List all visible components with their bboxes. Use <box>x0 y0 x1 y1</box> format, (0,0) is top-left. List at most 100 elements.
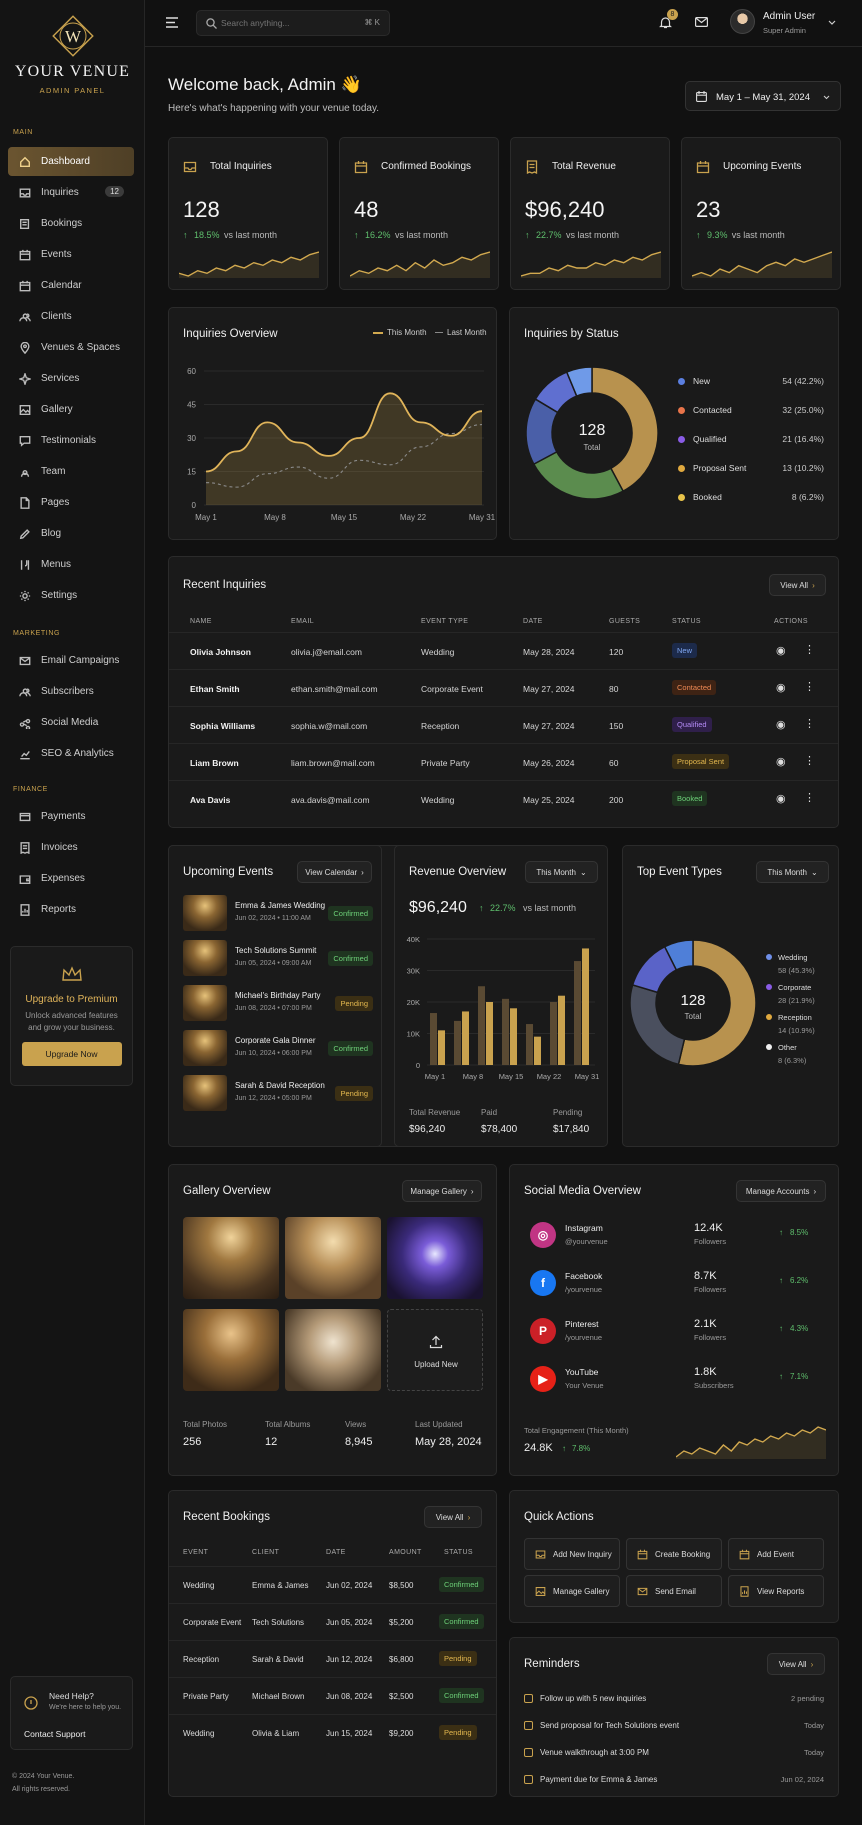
more-icon[interactable]: ⋮ <box>804 791 815 804</box>
event-list-item[interactable]: Corporate Gala Dinner Jun 10, 2024 • 06:0… <box>183 1030 373 1067</box>
sidebar-item-venues-spaces[interactable]: Venues & Spaces <box>8 333 134 362</box>
table-row[interactable]: Private Party Michael Brown Jun 08, 2024 $2… <box>169 1677 496 1714</box>
reminders-view-all-button[interactable]: View All › <box>767 1653 825 1675</box>
manage-gallery-button[interactable]: Manage Gallery › <box>402 1180 482 1202</box>
cell-amount: $6,800 <box>389 1655 414 1664</box>
event-list-item[interactable]: Tech Solutions Summit Jun 05, 2024 • 09:0… <box>183 940 373 977</box>
cell-name: Sophia Williams <box>190 721 256 731</box>
legend-dot <box>678 436 685 443</box>
sidebar-item-reports[interactable]: Reports <box>8 895 134 924</box>
view-calendar-button[interactable]: View Calendar › <box>297 861 372 883</box>
sidebar-item-menus[interactable]: Menus <box>8 550 134 579</box>
table-row[interactable]: Wedding Emma & James Jun 02, 2024 $8,500 Con… <box>169 1566 496 1603</box>
sidebar-item-social-media[interactable]: Social Media <box>8 708 134 737</box>
sidebar-item-label: Testimonials <box>41 435 97 446</box>
quick-action-button[interactable]: Create Booking <box>626 1538 722 1570</box>
quick-action-button[interactable]: Add Event <box>728 1538 824 1570</box>
event-list-item[interactable]: Sarah & David Reception Jun 12, 2024 • 05… <box>183 1075 373 1112</box>
sidebar-item-bookings[interactable]: Bookings <box>8 209 134 238</box>
stat-note: vs last month <box>731 230 785 240</box>
eye-icon[interactable]: ◉ <box>776 792 786 805</box>
gallery-photo[interactable] <box>285 1217 381 1299</box>
reminder-checkbox[interactable] <box>524 1694 533 1703</box>
table-row[interactable]: Ethan Smith ethan.smith@mail.com Corporate… <box>169 669 838 706</box>
event-status-badge: Pending <box>335 1086 373 1101</box>
sidebar-item-pages[interactable]: Pages <box>8 488 134 517</box>
gallery-photo[interactable] <box>183 1309 279 1391</box>
sidebar-item-services[interactable]: Services <box>8 364 134 393</box>
eye-icon[interactable]: ◉ <box>776 718 786 731</box>
event-list-item[interactable]: Emma & James Wedding Jun 02, 2024 • 11:00… <box>183 895 373 932</box>
more-icon[interactable]: ⋮ <box>804 717 815 730</box>
chevron-down-icon[interactable] <box>828 20 836 25</box>
sidebar-item-email-campaigns[interactable]: Email Campaigns <box>8 646 134 675</box>
sidebar-item-seo-analytics[interactable]: SEO & Analytics <box>8 739 134 768</box>
manage-accounts-button[interactable]: Manage Accounts › <box>736 1180 826 1202</box>
reminder-checkbox[interactable] <box>524 1721 533 1730</box>
search-input[interactable] <box>221 15 361 31</box>
quick-action-button[interactable]: Add New Inquiry <box>524 1538 620 1570</box>
event-list-item[interactable]: Michael's Birthday Party Jun 08, 2024 • 0… <box>183 985 373 1022</box>
table-row[interactable]: Reception Sarah & David Jun 12, 2024 $6,800… <box>169 1640 496 1677</box>
legend-value: 13 (10.2%) <box>782 463 824 473</box>
sidebar-item-payments[interactable]: Payments <box>8 802 134 831</box>
sidebar-item-gallery[interactable]: Gallery <box>8 395 134 424</box>
revenue-period-select[interactable]: This Month ⌄ <box>525 861 598 883</box>
table-row[interactable]: Wedding Olivia & Liam Jun 15, 2024 $9,200 Pe… <box>169 1714 496 1751</box>
arrow-right-icon: › <box>467 1512 471 1522</box>
more-icon[interactable]: ⋮ <box>804 754 815 767</box>
table-row[interactable]: Corporate Event Tech Solutions Jun 05, 202… <box>169 1603 496 1640</box>
contact-support-link[interactable]: Contact Support <box>24 1729 85 1739</box>
sidebar-item-calendar[interactable]: Calendar <box>8 271 134 300</box>
table-row[interactable]: Sophia Williams sophia.w@mail.com Receptio… <box>169 706 838 743</box>
status-badge: Contacted <box>672 680 717 695</box>
view-calendar-label: View Calendar <box>305 867 358 877</box>
upload-new-tile[interactable]: Upload New <box>387 1309 483 1391</box>
quick-action-button[interactable]: Manage Gallery <box>524 1575 620 1607</box>
stat-card[interactable]: Confirmed Bookings 48 ↑ 16.2% vs last month <box>339 137 499 290</box>
reminder-checkbox[interactable] <box>524 1748 533 1757</box>
table-row[interactable]: Ava Davis ava.davis@mail.com Wedding May 25… <box>169 780 838 817</box>
table-row[interactable]: Liam Brown liam.brown@mail.com Private Par… <box>169 743 838 780</box>
sidebar-item-blog[interactable]: Blog <box>8 519 134 548</box>
gallery-photo[interactable] <box>285 1309 381 1391</box>
quick-action-button[interactable]: Send Email <box>626 1575 722 1607</box>
eye-icon[interactable]: ◉ <box>776 644 786 657</box>
eye-icon[interactable]: ◉ <box>776 755 786 768</box>
quick-action-button[interactable]: View Reports <box>728 1575 824 1607</box>
stat-card[interactable]: Total Revenue $96,240 ↑ 22.7% vs last month <box>510 137 670 290</box>
sidebar-item-dashboard[interactable]: Dashboard <box>8 147 134 176</box>
sidebar-item-expenses[interactable]: Expenses <box>8 864 134 893</box>
gallery-photo[interactable] <box>183 1217 279 1299</box>
sidebar-item-clients[interactable]: Clients <box>8 302 134 331</box>
table-row[interactable]: Olivia Johnson olivia.j@email.com Wedding M… <box>169 632 838 669</box>
sidebar-item-settings[interactable]: Settings <box>8 581 134 610</box>
sidebar-item-events[interactable]: Events <box>8 240 134 269</box>
more-icon[interactable]: ⋮ <box>804 643 815 656</box>
sidebar-item-invoices[interactable]: Invoices <box>8 833 134 862</box>
reminder-checkbox[interactable] <box>524 1775 533 1784</box>
sidebar-item-subscribers[interactable]: Subscribers <box>8 677 134 706</box>
search-box[interactable]: ⌘ K <box>196 10 390 36</box>
sidebar-item-inquiries[interactable]: Inquiries 12 <box>8 178 134 207</box>
sidebar-item-testimonials[interactable]: Testimonials <box>8 426 134 455</box>
eye-icon[interactable]: ◉ <box>776 681 786 694</box>
sidebar-item-team[interactable]: Team <box>8 457 134 486</box>
stat-card[interactable]: Total Inquiries 128 ↑ 18.5% vs last month <box>168 137 328 290</box>
event-types-period-select[interactable]: This Month ⌄ <box>756 861 829 883</box>
sidebar-item-label: Settings <box>41 590 78 601</box>
upgrade-button[interactable]: Upgrade Now <box>21 1042 122 1066</box>
hamburger-icon[interactable] <box>166 17 178 28</box>
brand-logo[interactable]: W YOUR VENUE ADMIN PANEL <box>0 12 145 95</box>
bookings-view-all-button[interactable]: View All › <box>424 1506 482 1528</box>
more-icon[interactable]: ⋮ <box>804 680 815 693</box>
stat-sparkline <box>692 251 832 278</box>
inquiries-view-all-button[interactable]: View All › <box>769 574 826 596</box>
gallery-photo[interactable] <box>387 1217 483 1299</box>
date-range-picker[interactable]: May 1 – May 31, 2024 <box>685 81 841 111</box>
avatar[interactable] <box>730 9 755 34</box>
mail-icon[interactable] <box>695 17 708 27</box>
inquiries-count-badge: 12 <box>105 186 124 197</box>
stat-card[interactable]: Upcoming Events 23 ↑ 9.3% vs last month <box>681 137 841 290</box>
cell-client: Tech Solutions <box>252 1618 305 1627</box>
